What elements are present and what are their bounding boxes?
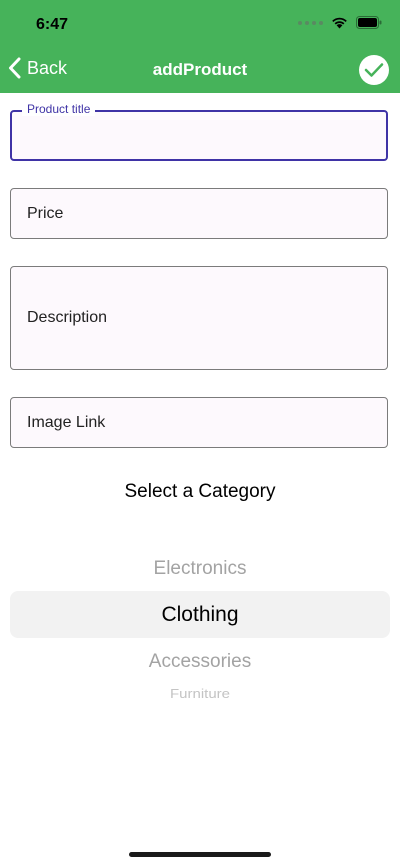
category-option[interactable]: Furniture: [0, 687, 400, 699]
price-input[interactable]: [11, 189, 387, 238]
home-indicator: [129, 852, 271, 857]
description-field[interactable]: [10, 266, 388, 370]
page-title: addProduct: [152, 60, 248, 79]
signal-icon: [298, 20, 323, 25]
navigation-bar: Back addProduct: [0, 48, 400, 93]
category-option[interactable]: Electronics: [0, 558, 400, 580]
product-title-input[interactable]: [12, 112, 386, 159]
status-bar: 6:47: [0, 0, 400, 48]
price-field[interactable]: [10, 188, 388, 239]
description-input[interactable]: [11, 267, 387, 369]
category-option[interactable]: Accessories: [0, 651, 400, 673]
wifi-icon: [332, 17, 347, 29]
category-option-selected[interactable]: Clothing: [0, 603, 400, 627]
image-link-input[interactable]: [11, 398, 387, 447]
confirm-button[interactable]: [359, 55, 389, 85]
product-title-field[interactable]: Product title: [10, 102, 388, 161]
status-time: 6:47: [36, 16, 69, 33]
checkmark-icon: [364, 63, 384, 77]
category-heading: Select a Category: [124, 481, 276, 502]
battery-icon: [356, 16, 382, 29]
status-icons: [298, 16, 382, 29]
add-product-screen: 6:47 Back addProduct Product title Price…: [0, 0, 400, 866]
image-link-field[interactable]: [10, 397, 388, 448]
